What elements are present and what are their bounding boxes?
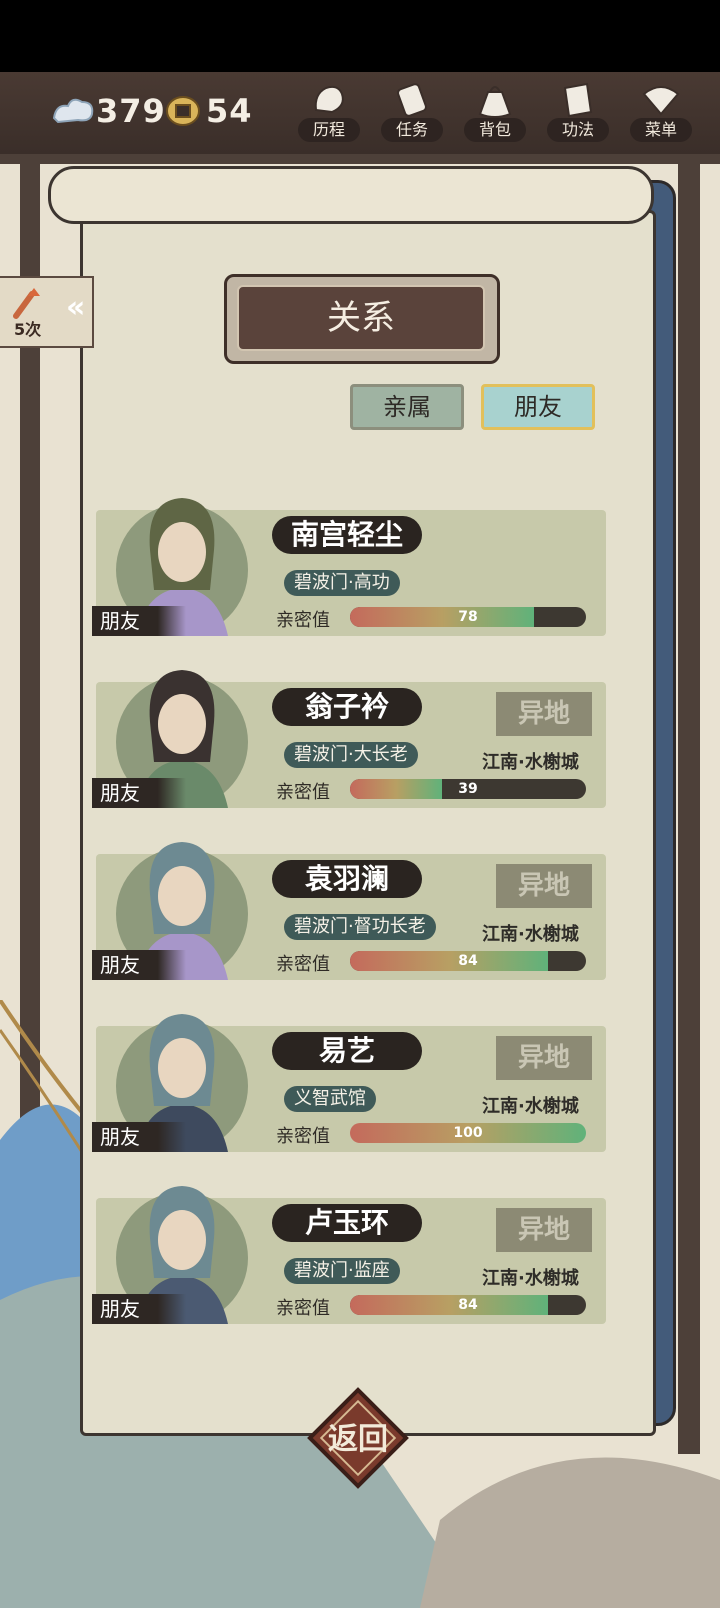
side-event-tab[interactable]: 5次 «: [0, 276, 94, 348]
intimacy-bar: 39: [350, 779, 586, 799]
sect-title: 碧波门·督功长老: [284, 914, 436, 940]
journey-icon: [314, 85, 344, 114]
relation-card[interactable]: 袁羽澜碧波门·督功长老亲密值 84 朋友 异地江南·水榭城: [92, 842, 606, 980]
coin-icon: [166, 96, 200, 126]
status-bar: [0, 0, 720, 72]
bag-icon: [478, 86, 512, 118]
location-text: 江南·水榭城: [482, 752, 579, 773]
sect-title: 义智武馆: [284, 1086, 376, 1112]
bag-label: 背包: [464, 118, 526, 142]
location-text: 江南·水榭城: [482, 1268, 579, 1289]
brush-icon: [13, 288, 40, 319]
character-name: 易艺: [272, 1032, 422, 1070]
friend-tag: 朋友: [92, 1294, 186, 1324]
menu-button[interactable]: 菜单: [626, 76, 696, 152]
tab-family[interactable]: 亲属: [350, 384, 464, 430]
intimacy-value: 84: [458, 953, 478, 969]
friend-tag: 朋友: [92, 778, 186, 808]
relation-card[interactable]: 翁子衿碧波门·大长老亲密值 39 朋友 异地江南·水榭城: [92, 670, 606, 808]
relation-card[interactable]: 易艺义智武馆亲密值 100 朋友 异地江南·水榭城: [92, 1014, 606, 1152]
intimacy-label: 亲密值: [276, 1126, 330, 1147]
currency-1-value: 379: [96, 92, 166, 130]
intimacy-label: 亲密值: [276, 610, 330, 631]
away-badge: 异地: [496, 692, 592, 736]
intimacy-label: 亲密值: [276, 782, 330, 803]
back-button[interactable]: 返回: [306, 1414, 410, 1458]
sect-title: 碧波门·高功: [284, 570, 400, 596]
character-name: 卢玉环: [272, 1204, 422, 1242]
top-hud: 379 54 历程 任务 背包 功法 菜单: [0, 72, 720, 154]
intimacy-value: 39: [458, 781, 478, 797]
skill-button[interactable]: 功法: [543, 76, 613, 152]
friend-tag: 朋友: [92, 606, 186, 636]
intimacy-label: 亲密值: [276, 954, 330, 975]
bag-button[interactable]: 背包: [460, 76, 530, 152]
intimacy-value: 78: [458, 609, 478, 625]
intimacy-bar: 78: [350, 607, 586, 627]
intimacy-label: 亲密值: [276, 1298, 330, 1319]
sect-title: 碧波门·大长老: [284, 742, 418, 768]
menu-label: 菜单: [630, 118, 692, 142]
tab-friends[interactable]: 朋友: [481, 384, 595, 430]
location-text: 江南·水榭城: [482, 1096, 579, 1117]
task-label: 任务: [381, 118, 443, 142]
intimacy-value: 100: [453, 1125, 483, 1141]
cloud-currency-icon: [52, 98, 94, 124]
friend-tag: 朋友: [92, 1122, 186, 1152]
menu-fan-icon: [642, 86, 680, 116]
away-badge: 异地: [496, 1036, 592, 1080]
chevron-left-icon: «: [66, 290, 86, 325]
skill-book-icon: [563, 82, 593, 118]
task-icon: [397, 83, 427, 117]
intimacy-bar: 84: [350, 951, 586, 971]
character-name: 翁子衿: [272, 688, 422, 726]
intimacy-bar: 84: [350, 1295, 586, 1315]
relation-card[interactable]: 卢玉环碧波门·监座亲密值 84 朋友 异地江南·水榭城: [92, 1186, 606, 1324]
intimacy-value: 84: [458, 1297, 478, 1313]
sect-title: 碧波门·监座: [284, 1258, 400, 1284]
title-plate: 关系: [224, 274, 500, 364]
intimacy-bar: 100: [350, 1123, 586, 1143]
page-title: 关系: [237, 285, 485, 351]
character-name: 南宫轻尘: [272, 516, 422, 554]
skill-label: 功法: [547, 118, 609, 142]
event-count: 5次: [14, 320, 42, 339]
currency-2-value: 54: [206, 92, 253, 130]
away-badge: 异地: [496, 1208, 592, 1252]
journey-label: 历程: [298, 118, 360, 142]
relation-card[interactable]: 南宫轻尘碧波门·高功亲密值 78 朋友: [92, 498, 606, 636]
friend-tag: 朋友: [92, 950, 186, 980]
journey-button[interactable]: 历程: [294, 76, 364, 152]
scroll-top-roll: [48, 166, 654, 224]
character-name: 袁羽澜: [272, 860, 422, 898]
task-button[interactable]: 任务: [377, 76, 447, 152]
location-text: 江南·水榭城: [482, 924, 579, 945]
away-badge: 异地: [496, 864, 592, 908]
